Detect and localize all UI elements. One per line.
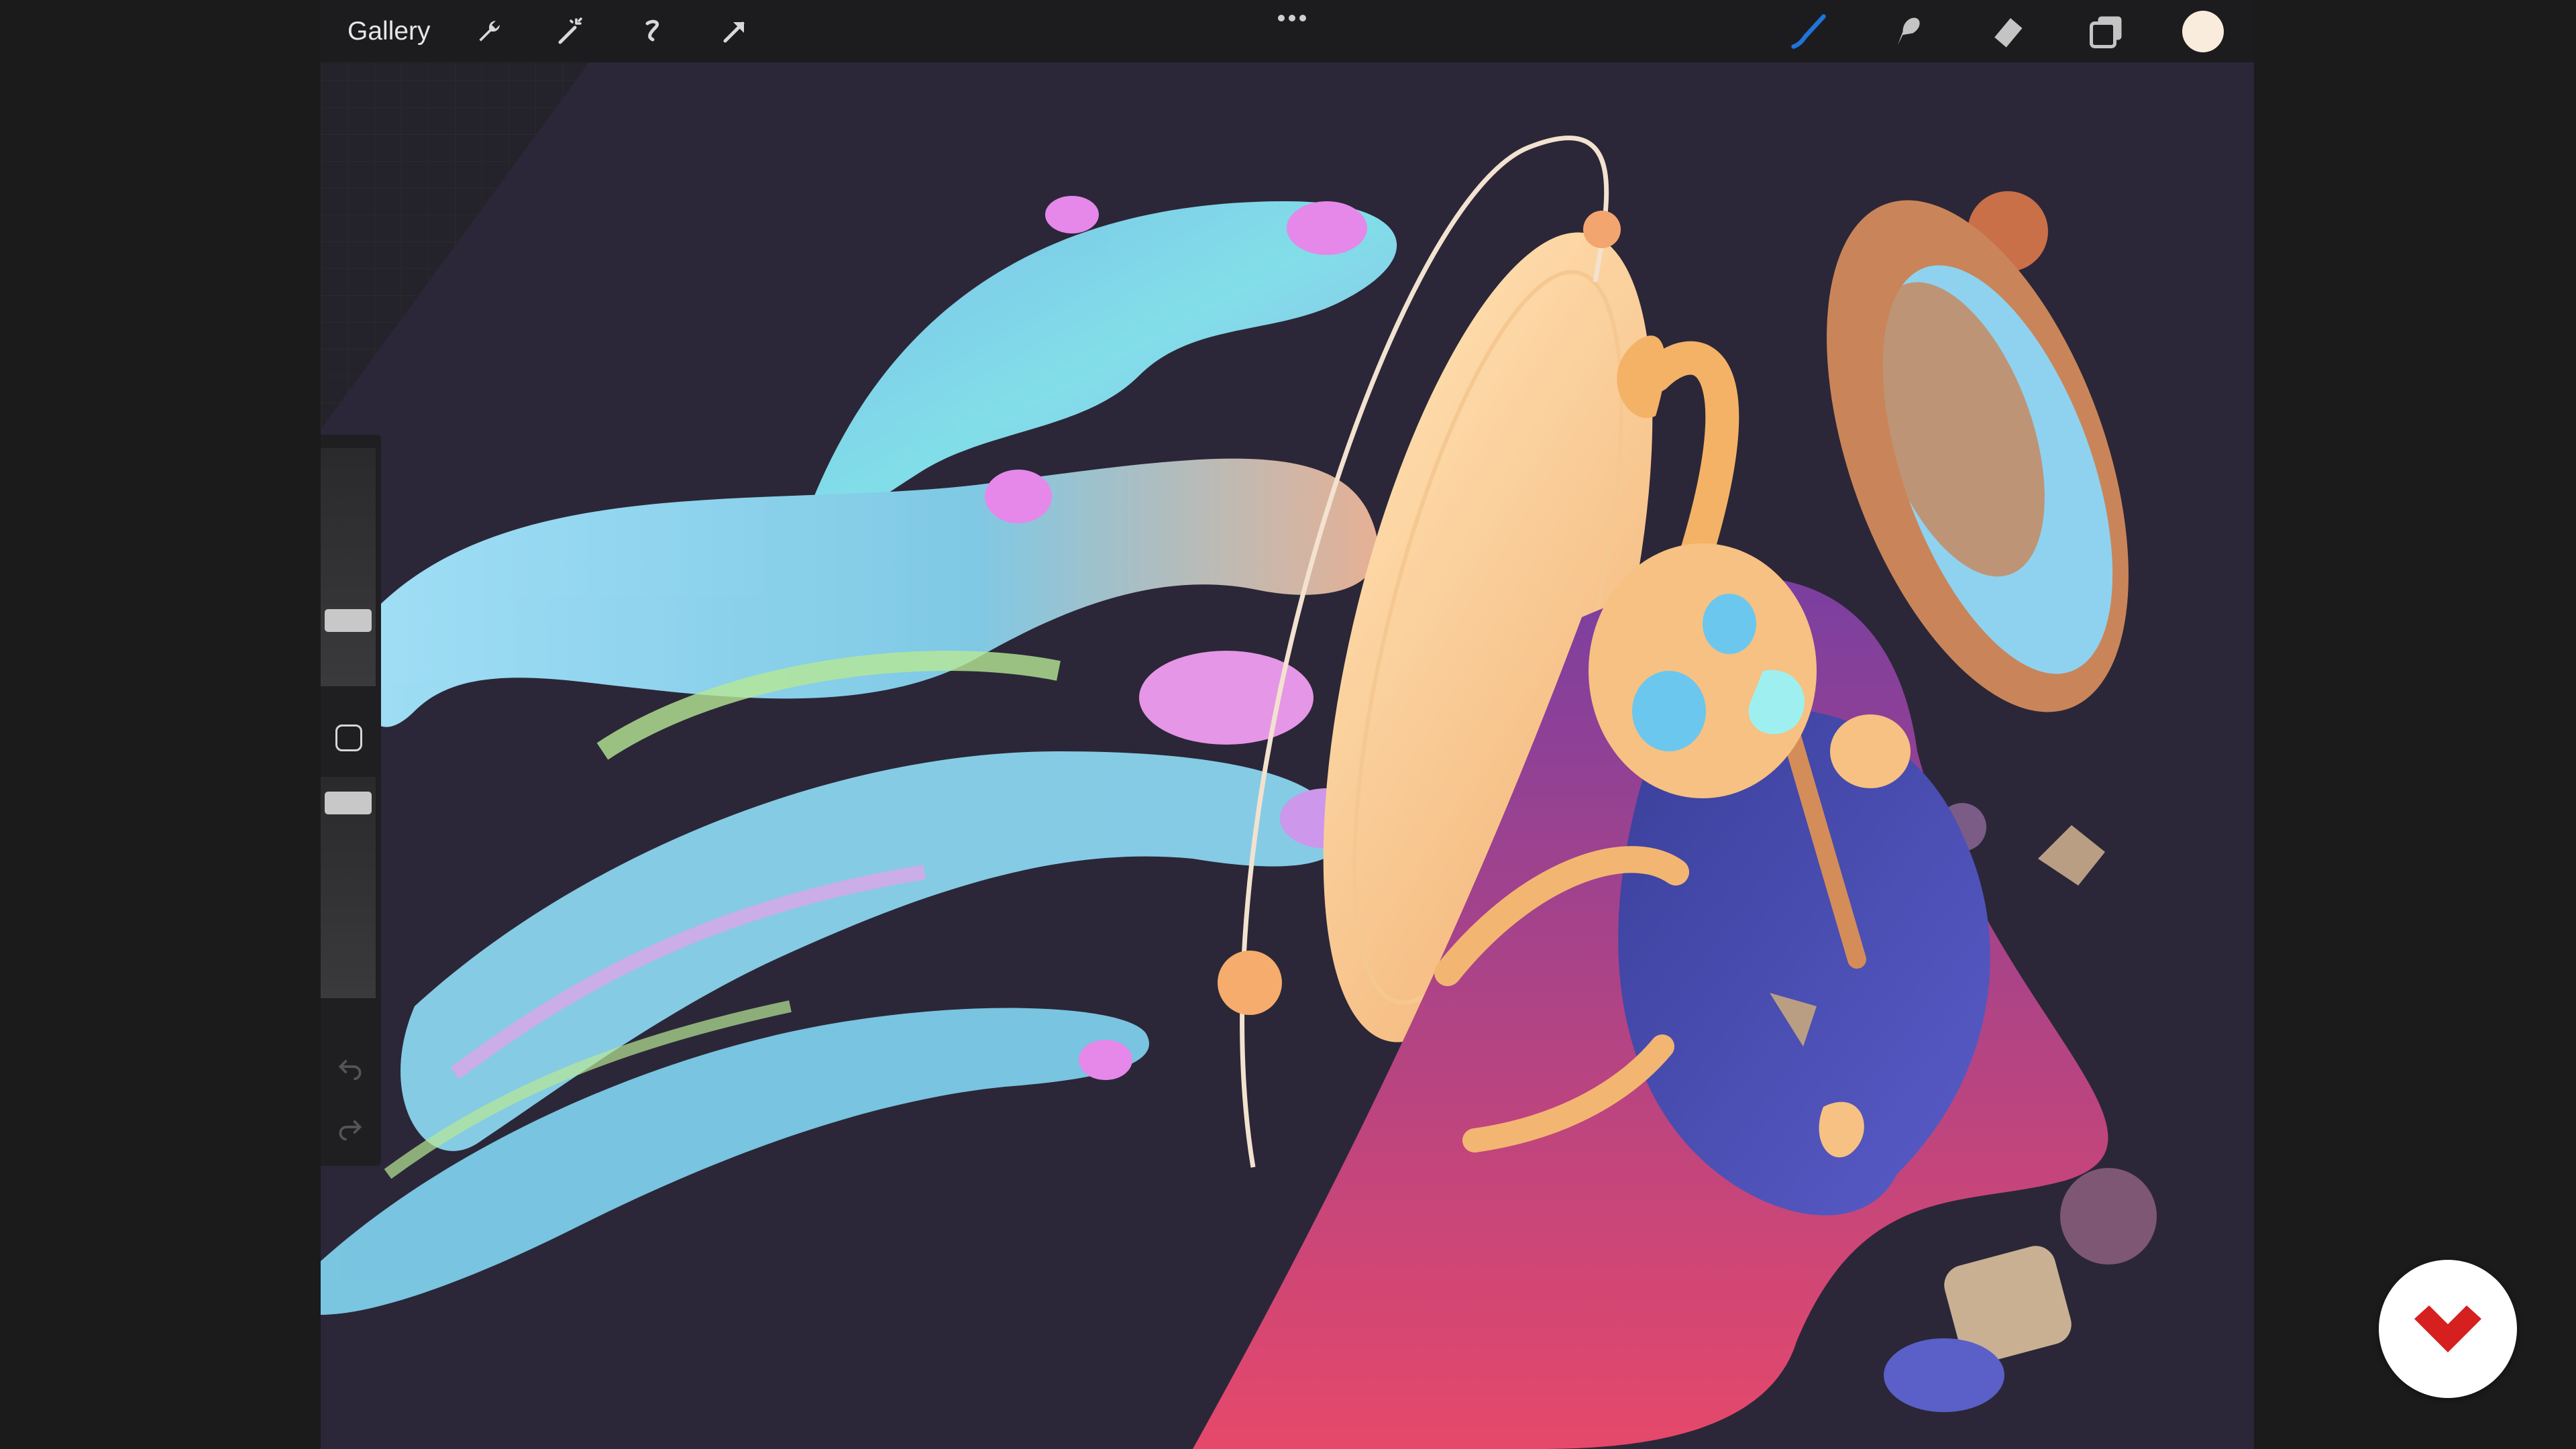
opacity-slider[interactable] <box>321 777 376 998</box>
smudge-icon[interactable] <box>1883 7 1933 56</box>
opacity-slider-handle[interactable] <box>325 792 372 814</box>
brush-icon[interactable] <box>1784 7 1833 56</box>
brush-size-slider[interactable] <box>321 448 376 686</box>
modify-button[interactable] <box>335 724 362 751</box>
procreate-app: Gallery <box>321 0 2254 1449</box>
eraser-icon[interactable] <box>1982 7 2032 56</box>
gallery-button[interactable]: Gallery <box>347 17 431 46</box>
toolbar-right-group <box>1734 0 2254 62</box>
redo-icon[interactable] <box>335 1112 365 1142</box>
transform-arrow-icon[interactable] <box>710 7 759 56</box>
brush-size-slider-handle[interactable] <box>325 609 372 632</box>
selection-icon[interactable] <box>628 7 678 56</box>
drawing-canvas[interactable] <box>321 0 2254 1449</box>
more-options-icon[interactable] <box>1272 8 1312 28</box>
logo-badge <box>2379 1260 2517 1398</box>
magic-wand-icon[interactable] <box>546 7 596 56</box>
left-sidebar <box>321 435 381 1166</box>
color-picker-button[interactable] <box>2182 10 2224 52</box>
layers-icon[interactable] <box>2082 7 2131 56</box>
top-toolbar: Gallery <box>321 0 2254 62</box>
wrench-icon[interactable] <box>464 7 514 56</box>
undo-icon[interactable] <box>335 1052 365 1081</box>
toolbar-left-group: Gallery <box>321 0 792 62</box>
chevron-logo-icon <box>2414 1305 2481 1352</box>
